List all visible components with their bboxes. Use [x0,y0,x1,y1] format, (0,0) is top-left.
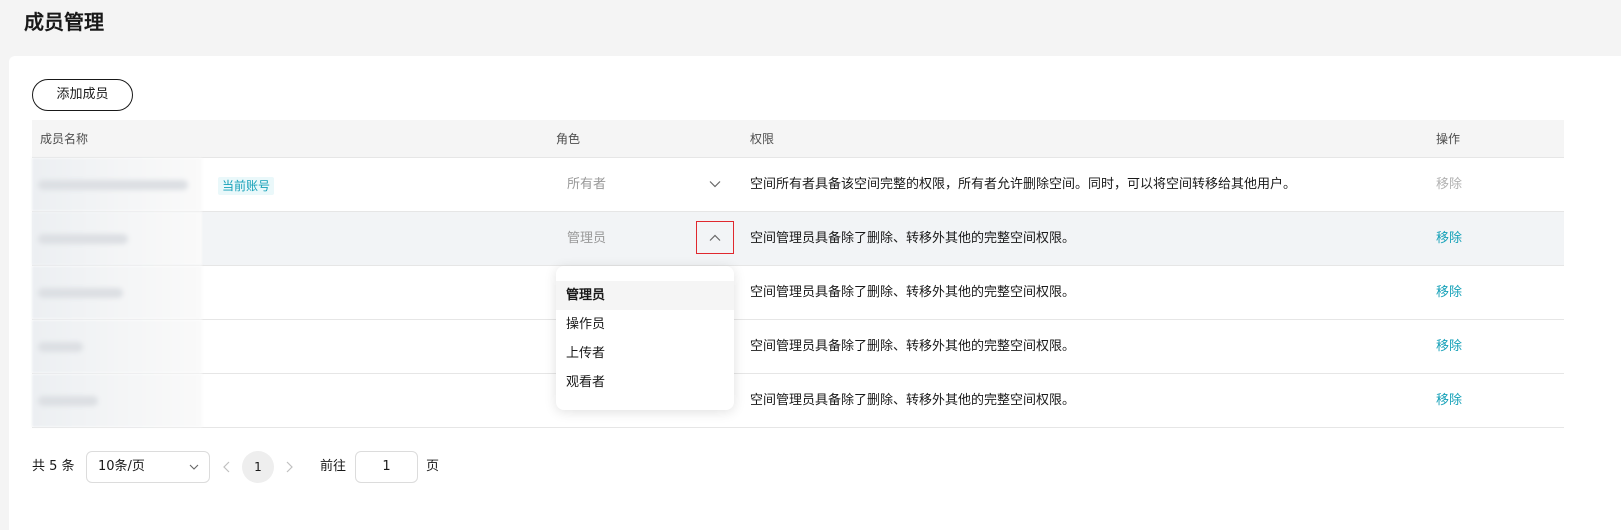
page-size-value: 10条/页 [98,459,145,474]
member-name-redacted [32,158,202,211]
member-table: 成员名称 角色 权限 操作 当前账号 所有者 空间所有者具备该空间完整的权限，所… [32,120,1564,428]
remove-link[interactable]: 移除 [1436,374,1462,427]
table-row: 空间管理员具备除了删除、转移外其他的完整空间权限。 移除 [32,374,1564,428]
member-name-redacted [32,266,202,319]
goto-label: 前往 [320,459,347,474]
prev-page-icon[interactable] [220,451,234,483]
next-page-icon[interactable] [282,451,296,483]
header-role: 角色 [556,132,581,146]
header-name: 成员名称 [40,132,89,146]
page-suffix-label: 页 [426,459,440,474]
header-permission: 权限 [750,132,775,146]
role-option-operator[interactable]: 操作员 [556,310,734,339]
chevron-down-icon[interactable] [696,167,734,200]
table-row: 管理员 空间管理员具备除了删除、转移外其他的完整空间权限。 移除 [32,212,1564,266]
table-header: 成员名称 角色 权限 操作 [32,120,1564,158]
pagination: 共 5 条 10条/页 1 前往 1 页 [32,451,632,483]
remove-link[interactable]: 移除 [1436,320,1462,373]
chevron-up-icon[interactable] [696,221,734,254]
member-name-redacted [32,374,202,427]
permission-text: 空间管理员具备除了删除、转移外其他的完整空间权限。 [750,285,1076,300]
permission-text: 空间所有者具备该空间完整的权限，所有者允许删除空间。同时，可以将空间转移给其他用… [750,177,1297,192]
remove-link: 移除 [1436,177,1463,192]
role-option-uploader[interactable]: 上传者 [556,339,734,368]
header-action: 操作 [1436,132,1461,146]
permission-text: 空间管理员具备除了删除、转移外其他的完整空间权限。 [750,393,1076,408]
permission-text: 空间管理员具备除了删除、转移外其他的完整空间权限。 [750,231,1076,246]
member-name-redacted [32,320,202,373]
role-select-value[interactable]: 管理员 [567,212,606,265]
total-count: 共 5 条 [32,459,75,474]
remove-link[interactable]: 移除 [1436,266,1462,319]
role-select-value: 所有者 [567,177,607,192]
member-card: 添加成员 成员名称 角色 权限 操作 当前账号 所有者 空间所有者具备该空间完整… [9,56,1621,530]
chevron-down-icon [189,452,199,482]
table-row: 当前账号 所有者 空间所有者具备该空间完整的权限，所有者允许删除空间。同时，可以… [32,158,1564,212]
add-member-button[interactable]: 添加成员 [32,79,133,111]
current-account-badge: 当前账号 [218,177,275,195]
remove-link[interactable]: 移除 [1436,212,1462,265]
role-option-admin[interactable]: 管理员 [556,281,734,310]
goto-page-input[interactable]: 1 [355,451,418,483]
permission-text: 空间管理员具备除了删除、转移外其他的完整空间权限。 [750,339,1076,354]
page-number-current[interactable]: 1 [242,451,274,483]
table-row: 空间管理员具备除了删除、转移外其他的完整空间权限。 移除 [32,266,1564,320]
role-dropdown-menu: 管理员 操作员 上传者 观看者 [556,266,734,410]
page-title: 成员管理 [24,10,104,34]
role-option-viewer[interactable]: 观看者 [556,368,734,397]
table-row: 空间管理员具备除了删除、转移外其他的完整空间权限。 移除 [32,320,1564,374]
member-name-redacted [32,212,202,265]
page-size-select[interactable]: 10条/页 [86,451,210,483]
